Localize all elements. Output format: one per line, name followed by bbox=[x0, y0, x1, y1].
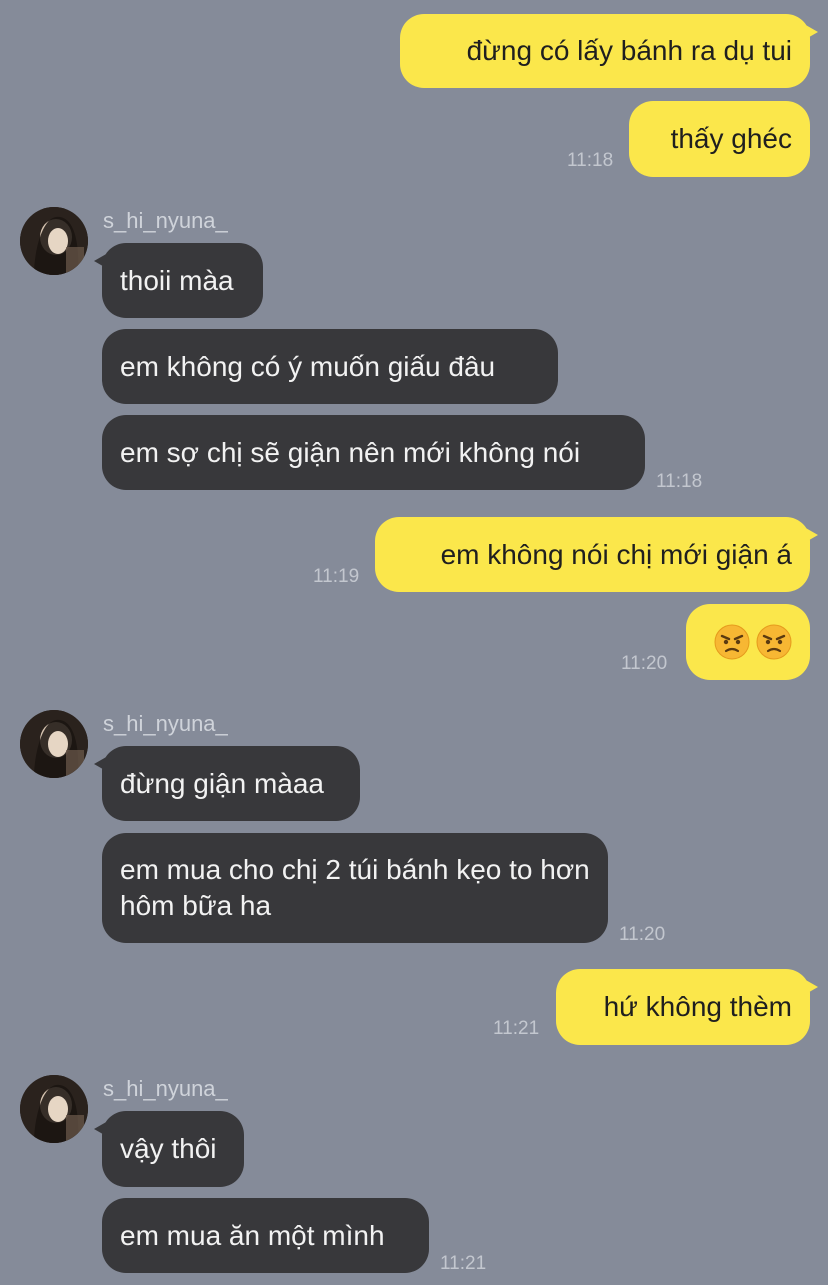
message-timestamp: 11:19 bbox=[313, 566, 360, 587]
angry-face-icon bbox=[756, 624, 792, 660]
message-bubble-incoming[interactable]: thoii màa bbox=[94, 243, 263, 318]
sender-name: s_hi_nyuna_ bbox=[103, 711, 228, 736]
message-text: thoii màa bbox=[120, 264, 234, 296]
message-timestamp: 11:18 bbox=[656, 471, 703, 492]
message-text: vậy thôi bbox=[120, 1133, 217, 1164]
message-timestamp: 11:21 bbox=[493, 1018, 540, 1039]
sender-name: s_hi_nyuna_ bbox=[103, 1076, 228, 1101]
message-text: em mua cho chị 2 túi bánh kẹo to hơn hôm… bbox=[120, 854, 590, 921]
message-bubble-outgoing[interactable]: thấy ghéc bbox=[629, 101, 810, 177]
message-text: em không có ý muốn giấu đâu bbox=[120, 350, 496, 382]
sender-name: s_hi_nyuna_ bbox=[103, 208, 228, 233]
avatar-photo-icon bbox=[20, 1075, 88, 1143]
message-text: thấy ghéc bbox=[670, 123, 792, 154]
sender-avatar[interactable] bbox=[20, 710, 88, 778]
message-text: em không nói chị mới giận á bbox=[440, 538, 792, 570]
message-bubble-incoming[interactable]: em sợ chị sẽ giận nên mới không nói bbox=[102, 415, 645, 490]
message-bubble-incoming[interactable]: em mua cho chị 2 túi bánh kẹo to hơn hôm… bbox=[102, 833, 608, 943]
message-timestamp: 11:20 bbox=[621, 653, 668, 674]
message-bubble-outgoing[interactable] bbox=[686, 604, 810, 680]
sender-avatar[interactable] bbox=[20, 1075, 88, 1143]
avatar-photo-icon bbox=[20, 207, 88, 275]
message-bubble-outgoing[interactable]: đừng có lấy bánh ra dụ tui bbox=[400, 14, 818, 88]
message-text: hứ không thèm bbox=[603, 991, 792, 1022]
message-bubble-incoming[interactable]: vậy thôi bbox=[94, 1111, 244, 1187]
message-timestamp: 11:18 bbox=[567, 150, 614, 171]
message-bubble-incoming[interactable]: đừng giận màaa bbox=[94, 746, 360, 821]
sender-avatar[interactable] bbox=[20, 207, 88, 275]
message-bubble-outgoing[interactable]: hứ không thèm bbox=[556, 969, 818, 1045]
angry-face-icon bbox=[714, 624, 750, 660]
avatar-photo-icon bbox=[20, 710, 88, 778]
message-text: đừng giận màaa bbox=[120, 767, 324, 799]
message-text: em mua ăn một mình bbox=[120, 1219, 385, 1251]
message-bubble-incoming[interactable]: em mua ăn một mình bbox=[102, 1198, 429, 1273]
message-timestamp: 11:21 bbox=[440, 1253, 487, 1274]
message-bubble-outgoing[interactable]: em không nói chị mới giận á bbox=[375, 517, 818, 592]
message-bubble-incoming[interactable]: em không có ý muốn giấu đâu bbox=[102, 329, 558, 404]
message-text: đừng có lấy bánh ra dụ tui bbox=[466, 35, 792, 66]
message-text: em sợ chị sẽ giận nên mới không nói bbox=[120, 436, 581, 468]
message-timestamp: 11:20 bbox=[619, 924, 666, 945]
